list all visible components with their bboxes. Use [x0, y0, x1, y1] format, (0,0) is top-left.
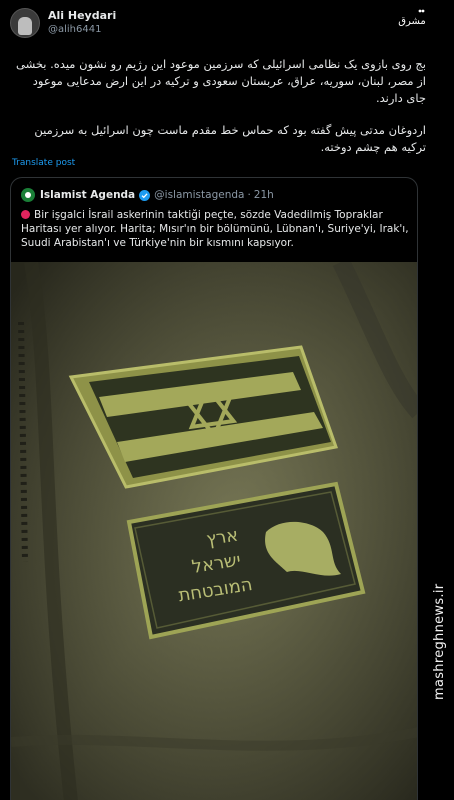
quoted-text-body: Bir işgalci İsrail askerinin taktiği peç…: [21, 209, 409, 249]
mashregh-logo-icon: مشرق: [398, 9, 426, 27]
author-display-name[interactable]: Ali Heydari: [48, 9, 116, 23]
quoted-post-card[interactable]: Islamist Agenda @islamistagenda · 21h Bi…: [10, 177, 418, 800]
separator-dot: ·: [247, 189, 251, 201]
quoted-timestamp[interactable]: 21h: [254, 189, 274, 201]
avatar[interactable]: [10, 8, 40, 38]
quoted-display-name[interactable]: Islamist Agenda: [40, 189, 135, 201]
uniform-patch-photo: ארץ ישראל המובטחת: [11, 262, 417, 800]
author-handle[interactable]: @alih6441: [48, 23, 116, 37]
quoted-handle[interactable]: @islamistagenda: [154, 189, 244, 201]
verified-badge-icon: [139, 189, 151, 201]
side-watermark-text: mashreghnews.ir: [432, 583, 447, 700]
quoted-avatar[interactable]: [21, 188, 35, 202]
translate-post-link[interactable]: Translate post: [12, 158, 75, 168]
post-header: Ali Heydari @alih6441: [10, 8, 116, 38]
red-circle-icon: [21, 210, 30, 219]
logo-text: مشرق: [398, 16, 426, 27]
quoted-photo[interactable]: ארץ ישראל המובטחת: [11, 262, 417, 800]
quoted-post-text: Bir işgalci İsrail askerinin taktiği peç…: [21, 208, 411, 250]
post-text-paragraph-2: اردوغان مدتی پیش گفته بود که حماس خط مقد…: [34, 123, 426, 154]
quoted-post-header: Islamist Agenda @islamistagenda · 21h: [21, 188, 274, 202]
post-text-paragraph-1: بج روی بازوی یک نظامی اسرائیلی که سرزمین…: [16, 57, 426, 105]
